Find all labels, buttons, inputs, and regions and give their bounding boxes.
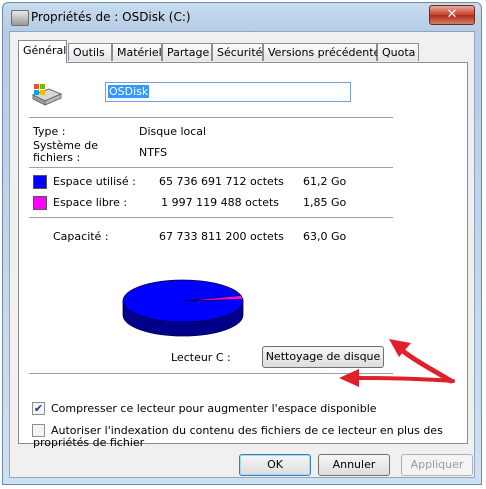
free-space-label: Espace libre : — [53, 196, 128, 209]
tab-tools[interactable]: Outils — [68, 43, 112, 61]
properties-window: Propriétés de : OSDisk (C:) ✕ Général Ou… — [2, 2, 482, 485]
capacity-label: Capacité : — [53, 230, 109, 243]
used-space-size: 61,2 Go — [303, 175, 347, 188]
separator — [29, 167, 393, 168]
window-title: Propriétés de : OSDisk (C:) — [31, 10, 191, 24]
tab-previous-versions[interactable]: Versions précédentes — [263, 43, 386, 61]
tab-security[interactable]: Sécurité — [212, 43, 263, 61]
title-bar: Propriétés de : OSDisk (C:) ✕ — [3, 3, 481, 31]
free-space-swatch — [33, 196, 47, 210]
drive-title-icon — [11, 10, 29, 26]
ok-button[interactable]: OK — [239, 454, 311, 476]
used-space-bytes: 65 736 691 712 octets — [159, 175, 284, 188]
filesystem-label-line2: fichiers : — [33, 151, 81, 164]
cancel-button[interactable]: Annuler — [318, 454, 390, 476]
compress-drive-label: Compresser ce lecteur pour augmenter l'e… — [51, 402, 377, 415]
compress-drive-checkbox[interactable]: ✔ — [32, 402, 45, 415]
drive-letter-label: Lecteur C : — [171, 351, 231, 364]
annotation-arrow-compress — [339, 369, 455, 387]
dialog-body: Général Outils Matériel Partage Sécurité… — [9, 31, 475, 478]
tab-sharing[interactable]: Partage — [162, 43, 212, 61]
free-space-bytes: 1 997 119 488 octets — [161, 196, 279, 209]
tab-hardware[interactable]: Matériel — [112, 43, 162, 61]
capacity-bytes: 67 733 811 200 octets — [159, 230, 284, 243]
separator — [29, 217, 393, 218]
drive-name-field[interactable]: OSDisk — [105, 82, 351, 102]
filesystem-value: NTFS — [139, 146, 168, 159]
used-space-swatch — [33, 175, 47, 189]
disk-usage-pie-chart — [122, 279, 244, 337]
drive-name-text: OSDisk — [108, 85, 150, 98]
apply-button[interactable]: Appliquer — [401, 454, 473, 476]
tab-quota[interactable]: Quota — [377, 43, 419, 61]
tab-general[interactable]: Général — [18, 40, 67, 63]
close-button[interactable]: ✕ — [429, 5, 475, 25]
hard-drive-icon — [31, 84, 63, 106]
separator — [29, 117, 393, 118]
capacity-size: 63,0 Go — [303, 230, 347, 243]
used-space-label: Espace utilisé : — [53, 175, 136, 188]
type-value: Disque local — [139, 125, 207, 138]
allow-indexing-label-line2: propriétés de fichier — [33, 436, 145, 449]
type-label: Type : — [33, 125, 66, 138]
free-space-size: 1,85 Go — [303, 196, 347, 209]
